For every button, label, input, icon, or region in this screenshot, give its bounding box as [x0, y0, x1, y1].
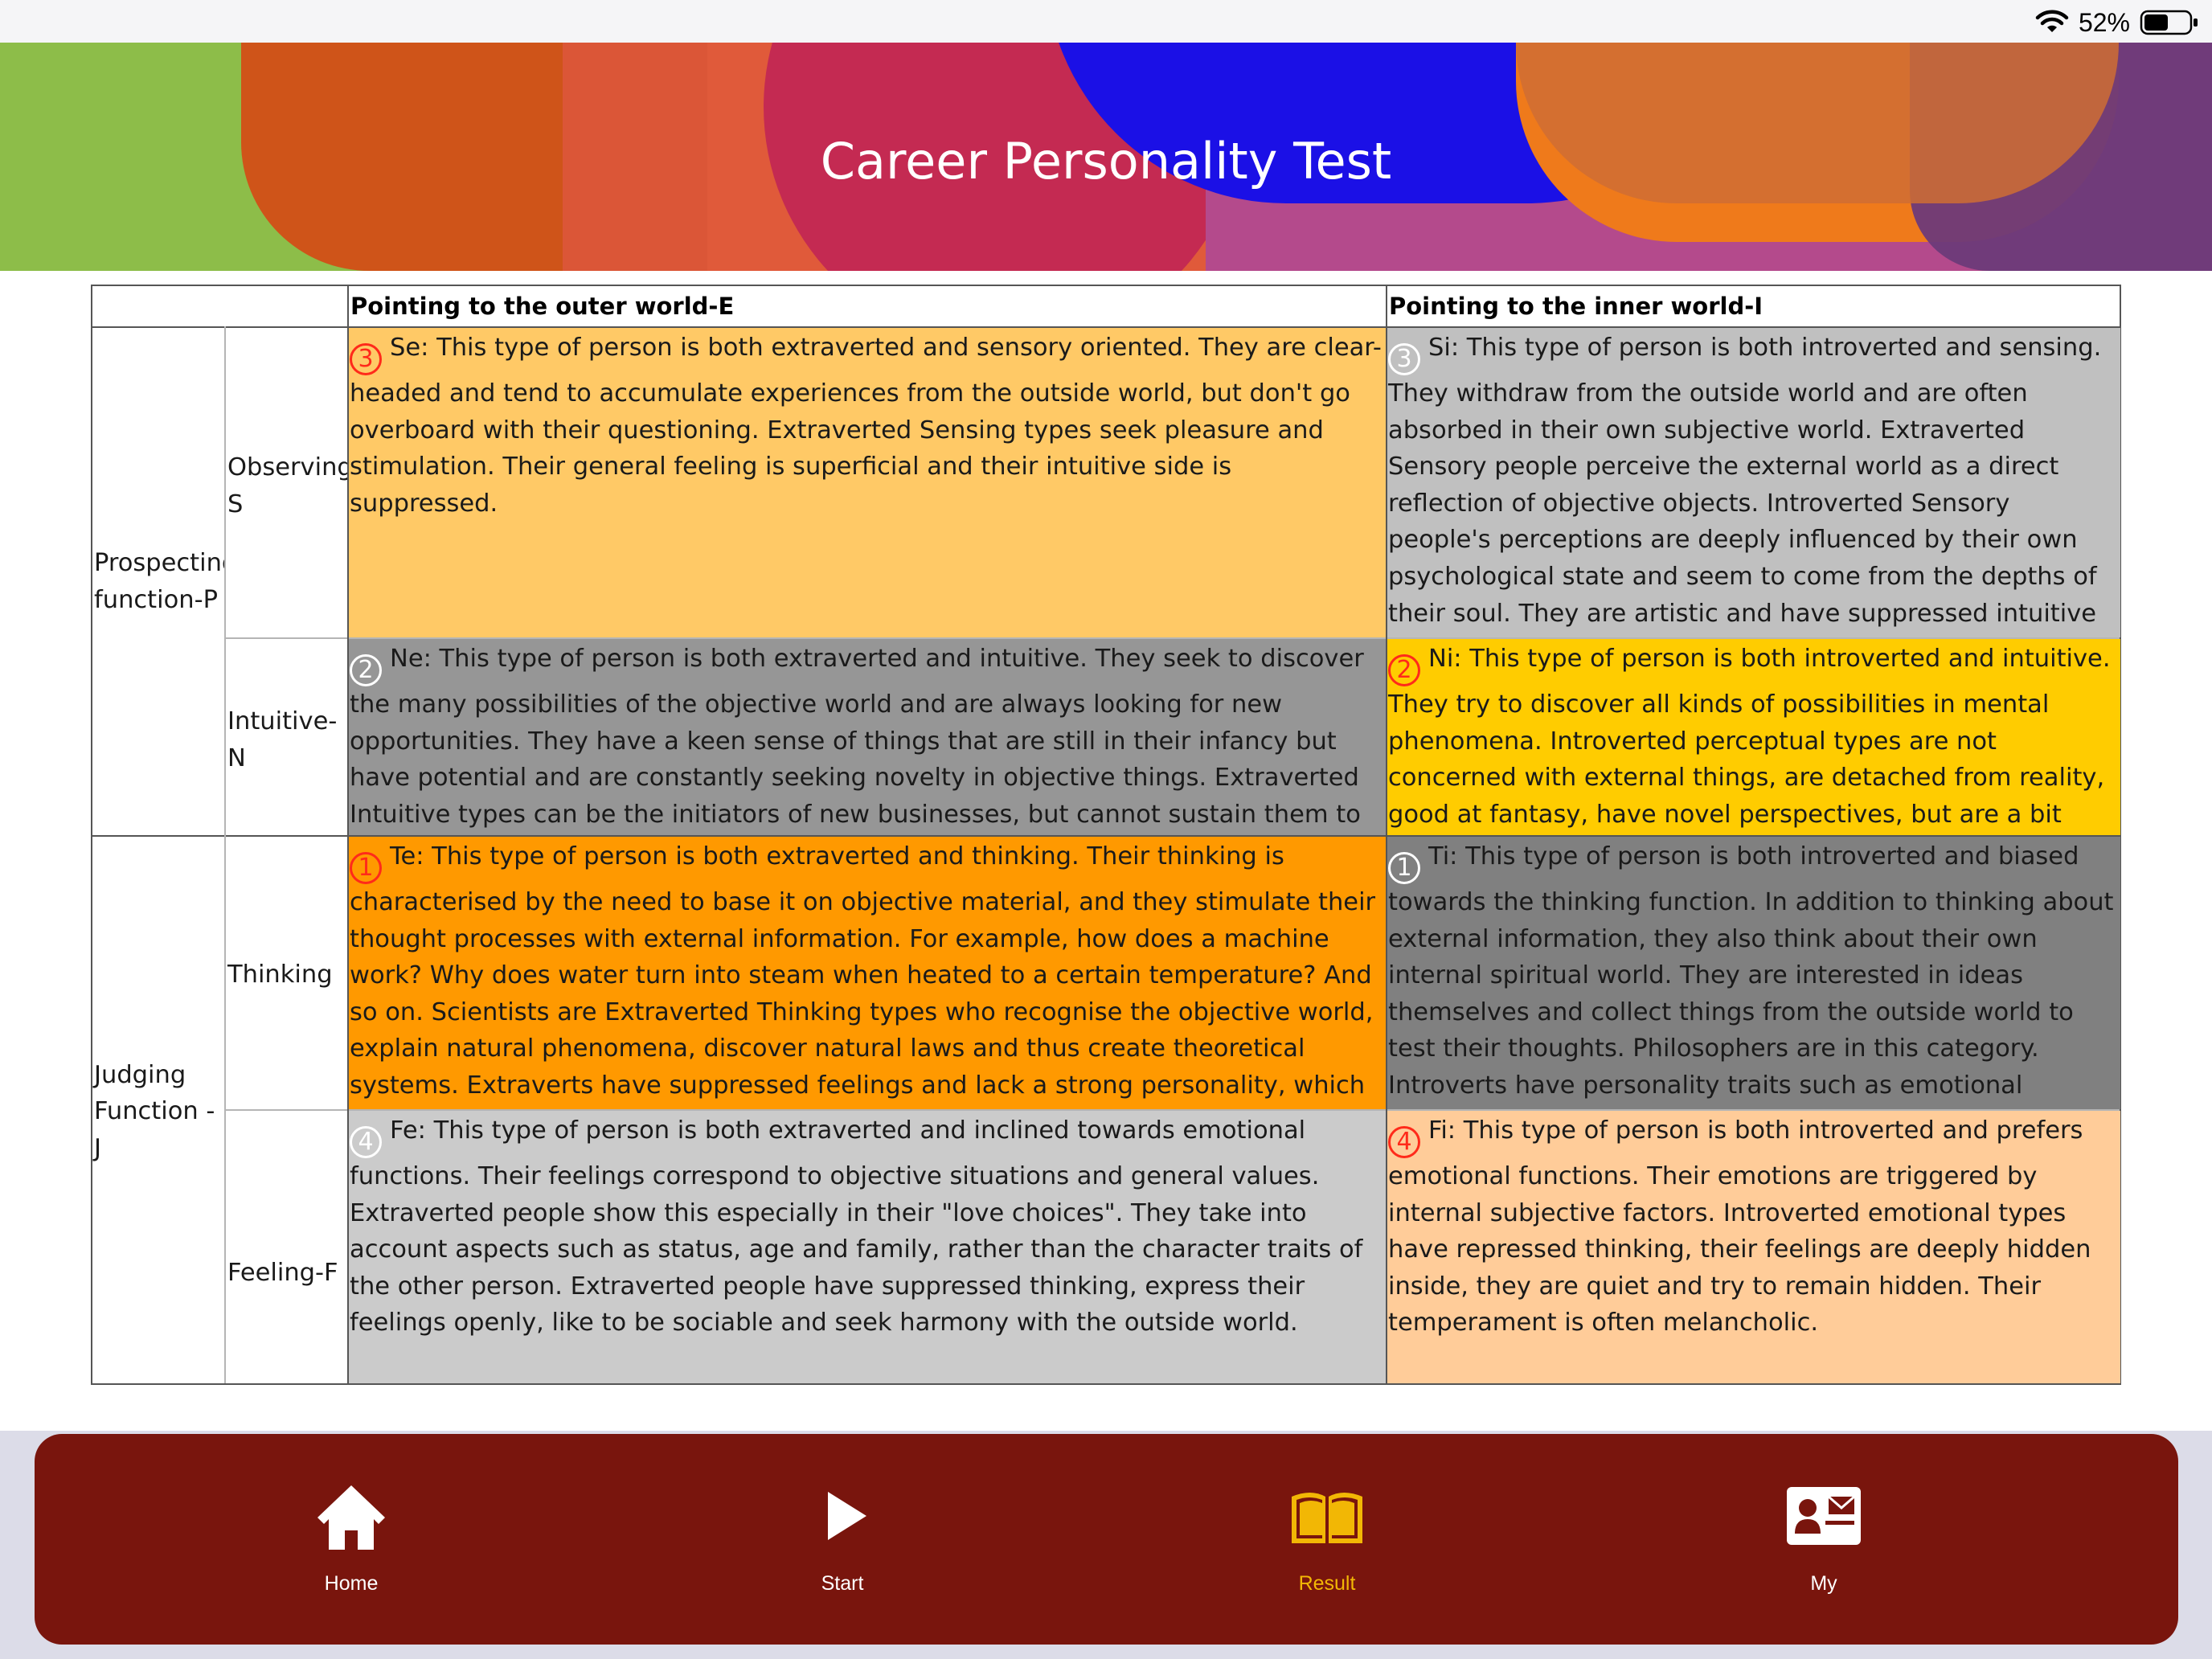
table-divider — [92, 326, 2120, 328]
rank-badge: 1 — [350, 852, 382, 884]
rank-badge: 3 — [350, 343, 382, 375]
tab-home[interactable]: Home — [231, 1434, 472, 1645]
table-divider — [224, 637, 2120, 639]
rank-badge: 2 — [1388, 654, 1420, 686]
row-label-intuitive: Intuitive-N — [226, 639, 347, 835]
type-description: Fe: This type of person is both extraver… — [350, 1116, 1363, 1337]
type-cell-fi: 4 Fi: This type of person is both introve… — [1387, 1111, 2120, 1383]
type-cell-te: 1 Te: This type of person is both extrave… — [349, 837, 1386, 1109]
type-cell-ni: 2 Ni: This type of person is both introve… — [1387, 639, 2120, 835]
tab-label: Home — [324, 1572, 379, 1595]
table-divider — [1386, 286, 1387, 1383]
row-label-feeling: Feeling-F — [226, 1111, 347, 1383]
status-bar: 52% — [0, 0, 2212, 43]
tab-label: Result — [1298, 1572, 1356, 1595]
type-description: Ni: This type of person is both introver… — [1388, 645, 2111, 829]
column-header-outer: Pointing to the outer world-E — [350, 293, 735, 320]
row-label-observing: Observing-S — [226, 328, 347, 637]
rank-badge: 4 — [350, 1126, 382, 1158]
book-icon — [1292, 1493, 1362, 1543]
rank-badge: 3 — [1388, 343, 1420, 375]
tab-result[interactable]: Result — [1206, 1434, 1448, 1645]
wifi-icon — [2035, 10, 2069, 32]
type-description: Ne: This type of person is both extraver… — [350, 645, 1364, 829]
function-label-text: Judging Function - J — [94, 1060, 215, 1162]
battery-percentage: 52% — [2078, 7, 2130, 37]
type-description: Te: This type of person is both extraver… — [350, 842, 1376, 1109]
status-indicators: 52% — [2035, 6, 2199, 39]
table-divider — [224, 1109, 2120, 1111]
battery-icon — [2140, 10, 2199, 35]
type-description: Se: This type of person is both extraver… — [350, 334, 1382, 518]
row-label-text: Observing-S — [227, 453, 347, 518]
row-label-thinking: Thinking — [226, 837, 347, 1109]
type-cell-se: 3 Se: This type of person is both extrave… — [349, 328, 1386, 637]
rank-badge: 1 — [1388, 852, 1420, 884]
tab-label: My — [1810, 1572, 1837, 1595]
bottom-tab-bar: Home Start Result My — [35, 1434, 2178, 1645]
tab-label: Start — [821, 1572, 864, 1595]
header-banner: Career Personality Test — [0, 43, 2212, 271]
table-divider — [347, 286, 349, 1383]
home-icon — [317, 1485, 385, 1550]
type-cell-ne: 2 Ne: This type of person is both extrave… — [349, 639, 1386, 835]
function-label-text: Prospecting function-P — [94, 548, 224, 614]
type-cell-fe: 4 Fe: This type of person is both extrave… — [349, 1111, 1386, 1383]
table-divider — [92, 835, 2120, 837]
page-title: Career Personality Test — [820, 132, 1392, 190]
rank-badge: 4 — [1388, 1126, 1420, 1158]
rank-badge: 2 — [350, 654, 382, 686]
personality-table: Pointing to the outer world-E Pointing t… — [91, 285, 2121, 1385]
type-cell-si: 3 Si: This type of person is both introve… — [1387, 328, 2120, 637]
function-label-judging: Judging Function - J — [92, 837, 224, 1383]
row-label-text: Thinking — [227, 960, 333, 989]
column-header-inner: Pointing to the inner world-I — [1389, 293, 1763, 320]
function-label-perceiving: Prospecting function-P — [92, 328, 224, 835]
tab-my[interactable]: My — [1703, 1434, 1944, 1645]
play-icon — [828, 1492, 866, 1540]
row-label-text: Intuitive-N — [227, 707, 338, 772]
tab-start[interactable]: Start — [722, 1434, 963, 1645]
table-divider — [224, 326, 226, 1383]
type-description: Ti: This type of person is both introver… — [1388, 842, 2114, 1109]
contact-card-icon — [1787, 1487, 1861, 1545]
type-description: Si: This type of person is both introver… — [1388, 334, 2102, 637]
type-cell-ti: 1 Ti: This type of person is both introve… — [1387, 837, 2120, 1109]
row-label-text: Feeling-F — [227, 1258, 338, 1287]
type-description: Fi: This type of person is both introver… — [1388, 1116, 2091, 1337]
